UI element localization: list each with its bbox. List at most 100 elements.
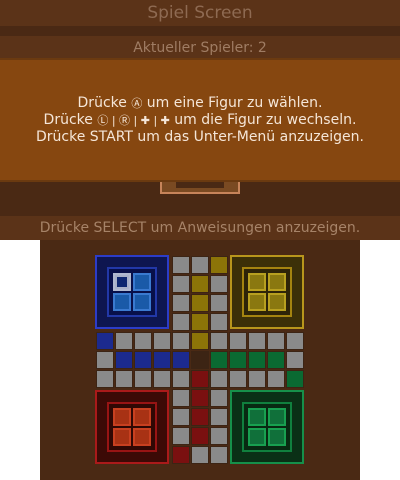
piece-red-1[interactable] [113,408,131,426]
track-cell-blue [96,332,114,350]
title-bar: Spiel Screen [0,0,400,26]
track-cell-green [248,351,266,369]
piece-green-4[interactable] [268,428,286,446]
track-cell [248,370,266,388]
track-cell-blue [172,351,190,369]
track-cell [267,370,285,388]
track-cell-blue [134,351,152,369]
instruction-text: Drücke [43,112,98,128]
track-cell-green [286,370,304,388]
track-cell [191,446,209,464]
home-base-yellow [230,255,304,329]
track-cell [267,332,285,350]
track-cell-red [191,370,209,388]
bottom-screen [40,240,360,480]
piece-green-1[interactable] [248,408,266,426]
instruction-line-switch-piece: Drücke Ⓛ | Ⓡ | ✚ | ✚ um die Figur zu wec… [0,112,400,128]
track-cell [210,275,228,293]
track-cell [210,294,228,312]
piece-yellow-4[interactable] [268,293,286,311]
home-inner-yellow [242,267,292,317]
top-screen: Spiel Screen Aktueller Spieler: 2 Drücke… [0,0,400,240]
track-cell-red [172,446,190,464]
track-cell-yellow [191,332,209,350]
current-player-bar: Aktueller Spieler: 2 [0,36,400,60]
piece-blue-3[interactable] [113,293,131,311]
piece-blue-2[interactable] [133,273,151,291]
track-cell [210,313,228,331]
track-cell [153,370,171,388]
track-cell [210,446,228,464]
track-cell-green [267,351,285,369]
track-cell [210,389,228,407]
track-cell [248,332,266,350]
piece-red-4[interactable] [133,428,151,446]
track-cell [172,275,190,293]
track-cell-red [191,389,209,407]
home-inner-red [107,402,157,452]
home-base-red [95,390,169,464]
track-cell [172,427,190,445]
track-cell [172,408,190,426]
track-cell-green [229,351,247,369]
home-base-green [230,390,304,464]
track-cell [172,313,190,331]
piece-red-2[interactable] [133,408,151,426]
piece-yellow-2[interactable] [268,273,286,291]
track-cell-blue [153,351,171,369]
board-center [191,351,209,369]
piece-yellow-3[interactable] [248,293,266,311]
track-cell [96,351,114,369]
track-cell [172,332,190,350]
track-cell [134,370,152,388]
track-cell-green [210,351,228,369]
instruction-text: um die Figur zu wechseln. [169,112,357,128]
track-cell-blue [115,351,133,369]
select-hint-bar: Drücke SELECT um Anweisungen anzuzeigen. [0,216,400,240]
track-cell [172,256,190,274]
track-cell [286,332,304,350]
track-cell-red [191,408,209,426]
track-cell-yellow [191,275,209,293]
track-cell [172,389,190,407]
track-cell [210,370,228,388]
piece-green-3[interactable] [248,428,266,446]
piece-blue-1[interactable] [113,273,131,291]
home-inner-green [242,402,292,452]
instruction-text: um eine Figur zu wählen. [142,95,323,111]
current-player-label: Aktueller Spieler: 2 [133,40,267,56]
track-cell [134,332,152,350]
track-cell [210,427,228,445]
instruction-line-submenu: Drücke START um das Unter-Menü anzuzeige… [36,129,364,145]
track-cell [229,332,247,350]
track-cell [210,332,228,350]
instruction-text: Drücke [77,95,132,111]
l-r-dpad-button-icons: Ⓛ | Ⓡ | ✚ | ✚ [97,114,170,127]
track-cell [172,370,190,388]
track-cell [286,351,304,369]
track-cell [115,332,133,350]
screen-title: Spiel Screen [147,3,253,23]
track-cell-yellow [191,313,209,331]
track-cell-red [191,427,209,445]
instructions-popup: Drücke Ⓐ um eine Figur zu wählen. Drücke… [0,60,400,180]
track-cell [191,256,209,274]
home-inner-blue [107,267,157,317]
piece-green-2[interactable] [268,408,286,426]
track-cell [229,370,247,388]
track-cell [210,408,228,426]
track-cell [115,370,133,388]
home-base-blue [95,255,169,329]
piece-yellow-1[interactable] [248,273,266,291]
instruction-line-select-piece: Drücke Ⓐ um eine Figur zu wählen. [0,95,400,111]
select-hint: Drücke SELECT um Anweisungen anzuzeigen. [39,220,361,236]
ludo-board [95,255,305,465]
piece-red-3[interactable] [113,428,131,446]
a-button-icon: Ⓐ [131,97,143,110]
track-cell [153,332,171,350]
track-cell [172,294,190,312]
piece-blue-4[interactable] [133,293,151,311]
track-cell [96,370,114,388]
track-cell-yellow [191,294,209,312]
track-cell-yellow [210,256,228,274]
